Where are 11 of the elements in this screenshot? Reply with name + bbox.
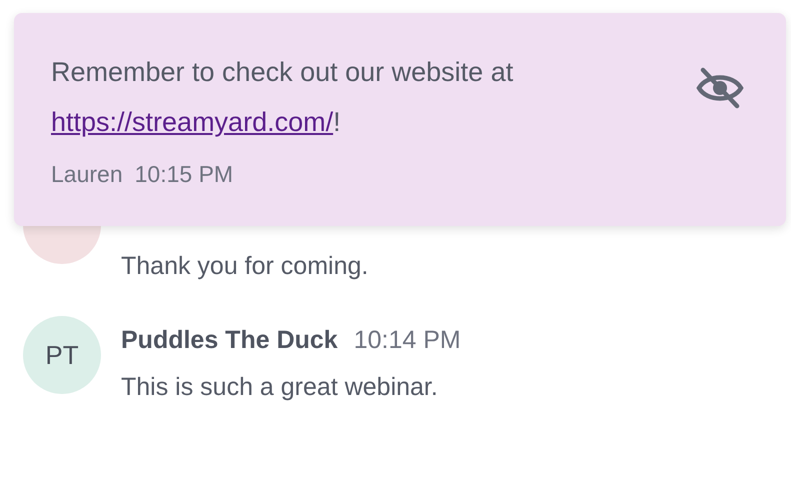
eye-off-icon xyxy=(695,66,745,110)
message-text: This is such a great webinar. xyxy=(121,373,439,402)
author-name: Puddles The Duck xyxy=(121,326,338,355)
message-time: 10:14 PM xyxy=(354,326,461,355)
website-link[interactable]: https://streamyard.com/ xyxy=(51,107,334,137)
message-text: Thank you for coming. xyxy=(121,252,368,281)
avatar: PT xyxy=(23,316,101,394)
author-name: Lauren xyxy=(51,161,123,188)
pinned-message-text: Remember to check out our website at https://streamyard.com/! xyxy=(51,56,514,139)
message-time: 10:15 PM xyxy=(134,161,234,188)
hide-button[interactable] xyxy=(694,65,746,111)
